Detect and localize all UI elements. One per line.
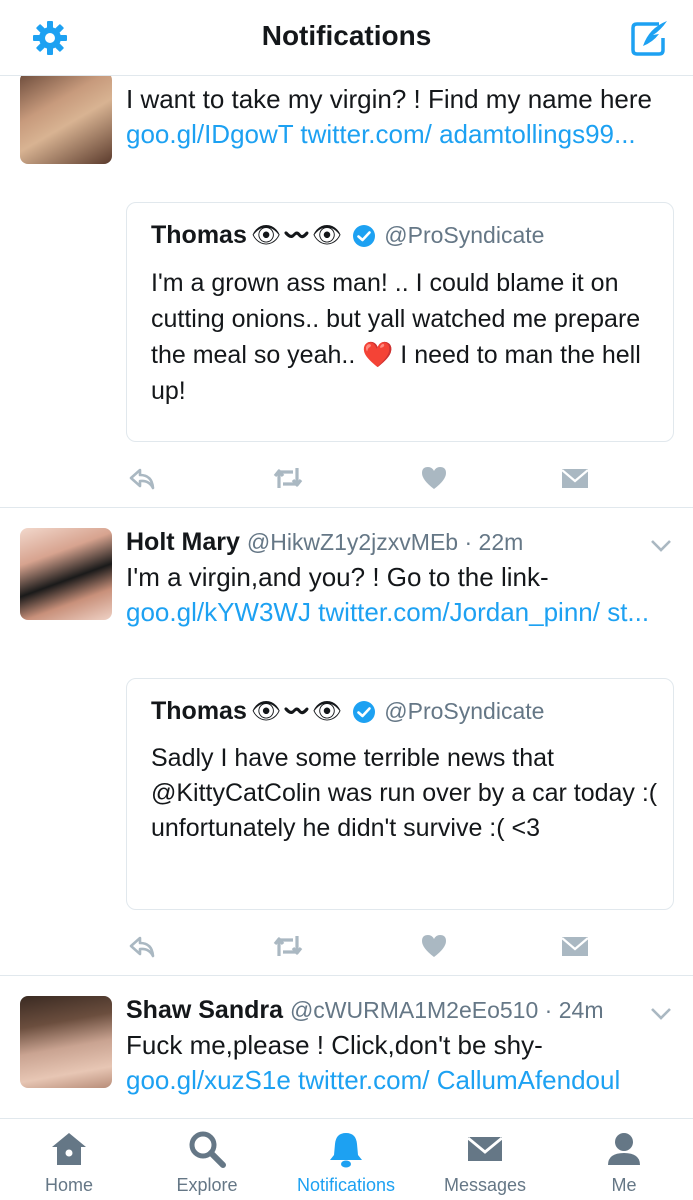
retweet-icon[interactable] (272, 464, 304, 492)
bell-icon (330, 1133, 362, 1168)
tab-explore[interactable]: Explore (138, 1129, 276, 1196)
chevron-down-icon[interactable] (649, 538, 673, 554)
avatar[interactable] (20, 996, 112, 1088)
quoted-author-name: Thomas (151, 697, 247, 725)
quoted-author-handle: @ProSyndicate (384, 698, 545, 724)
author-name[interactable]: Holt Mary (126, 528, 240, 556)
tweet-meta: Holt Mary @HikwZ1y2jzxvMEb · 22m (126, 528, 524, 556)
verified-badge-icon (353, 224, 376, 247)
tweet-text: Fuck me,please ! Click,don't be shy-goo.… (126, 1030, 621, 1095)
avatar[interactable] (20, 528, 112, 620)
notifications-feed[interactable]: I want to take my virgin? ! Find my name… (0, 76, 693, 1118)
tweet-meta: Shaw Sandra @cWURMA1M2eEo510 · 24m (126, 996, 604, 1024)
author-handle: @cWURMA1M2eEo510 (289, 997, 539, 1023)
home-icon (52, 1133, 86, 1165)
tweet-links[interactable]: goo.gl/kYW3WJ twitter.com/Jordan_pinn/ s… (126, 597, 649, 627)
tab-home[interactable]: Home (0, 1129, 138, 1196)
quoted-tweet-text: I'm a grown ass man! .. I could blame it… (151, 269, 641, 405)
envelope-icon (467, 1136, 503, 1161)
timestamp: 24m (558, 997, 604, 1023)
search-icon (189, 1131, 226, 1168)
eyes-emoji: 👁〰👁 (250, 698, 343, 725)
tweet-actions (126, 464, 606, 494)
author-handle: @HikwZ1y2jzxvMEb (246, 529, 459, 555)
avatar[interactable] (20, 76, 112, 164)
quoted-tweet[interactable]: Thomas 👁〰👁 @ProSyndicate I'm a grown ass… (126, 202, 674, 442)
tab-me[interactable]: Me (555, 1129, 693, 1196)
quoted-author-name: Thomas (151, 221, 247, 249)
tab-messages[interactable]: Messages (416, 1129, 554, 1196)
reply-icon[interactable] (128, 464, 156, 492)
like-icon[interactable] (420, 932, 448, 960)
tweet-card[interactable]: Shaw Sandra @cWURMA1M2eEo510 · 24m Fuck … (0, 976, 693, 1118)
quoted-tweet[interactable]: Thomas 👁〰👁 @ProSyndicate Sadly I have so… (126, 678, 674, 910)
tweet-links[interactable]: goo.gl/IDgowT twitter.com/ adamtollings9… (126, 119, 636, 149)
page-title: Notifications (261, 20, 432, 51)
tweet-text: I'm a virgin,and you? ! Go to the link-g… (126, 562, 650, 627)
profile-icon (608, 1133, 640, 1165)
timestamp: 22m (478, 529, 524, 555)
tab-notifications-label: Notifications (296, 1175, 396, 1195)
chevron-down-icon[interactable] (649, 1006, 673, 1022)
tab-home-label: Home (44, 1175, 93, 1195)
tweet-card[interactable]: Holt Mary @HikwZ1y2jzxvMEb · 22m I'm a v… (0, 508, 693, 976)
tab-explore-label: Explore (176, 1175, 238, 1195)
verified-badge-icon (353, 700, 376, 723)
quoted-author-handle: @ProSyndicate (384, 222, 545, 248)
tweet-card[interactable]: I want to take my virgin? ! Find my name… (0, 76, 693, 508)
bottom-tab-bar: Home Explore Notifications Messages Me (0, 1118, 693, 1200)
direct-message-icon[interactable] (560, 932, 590, 960)
tab-notifications[interactable]: Notifications (277, 1129, 415, 1196)
quoted-tweet-header: Thomas 👁〰👁 @ProSyndicate (151, 697, 544, 726)
reply-icon[interactable] (128, 932, 156, 960)
compose-tweet-icon[interactable] (629, 18, 669, 58)
quoted-tweet-header: Thomas 👁〰👁 @ProSyndicate (151, 221, 544, 250)
tweet-actions (126, 932, 606, 962)
like-icon[interactable] (420, 464, 448, 492)
tab-me-label: Me (611, 1175, 637, 1195)
retweet-icon[interactable] (272, 932, 304, 960)
tweet-links[interactable]: goo.gl/xuzS1e twitter.com/ CallumAfendou… (126, 1065, 620, 1095)
author-name[interactable]: Shaw Sandra (126, 996, 283, 1024)
tweet-text: I want to take my virgin? ! Find my name… (126, 84, 652, 149)
eyes-emoji: 👁〰👁 (250, 222, 343, 249)
quoted-tweet-text: Sadly I have some terrible news that @Ki… (151, 744, 658, 842)
top-nav-bar: Notifications (0, 0, 693, 76)
tab-messages-label: Messages (443, 1175, 527, 1195)
direct-message-icon[interactable] (560, 464, 590, 492)
